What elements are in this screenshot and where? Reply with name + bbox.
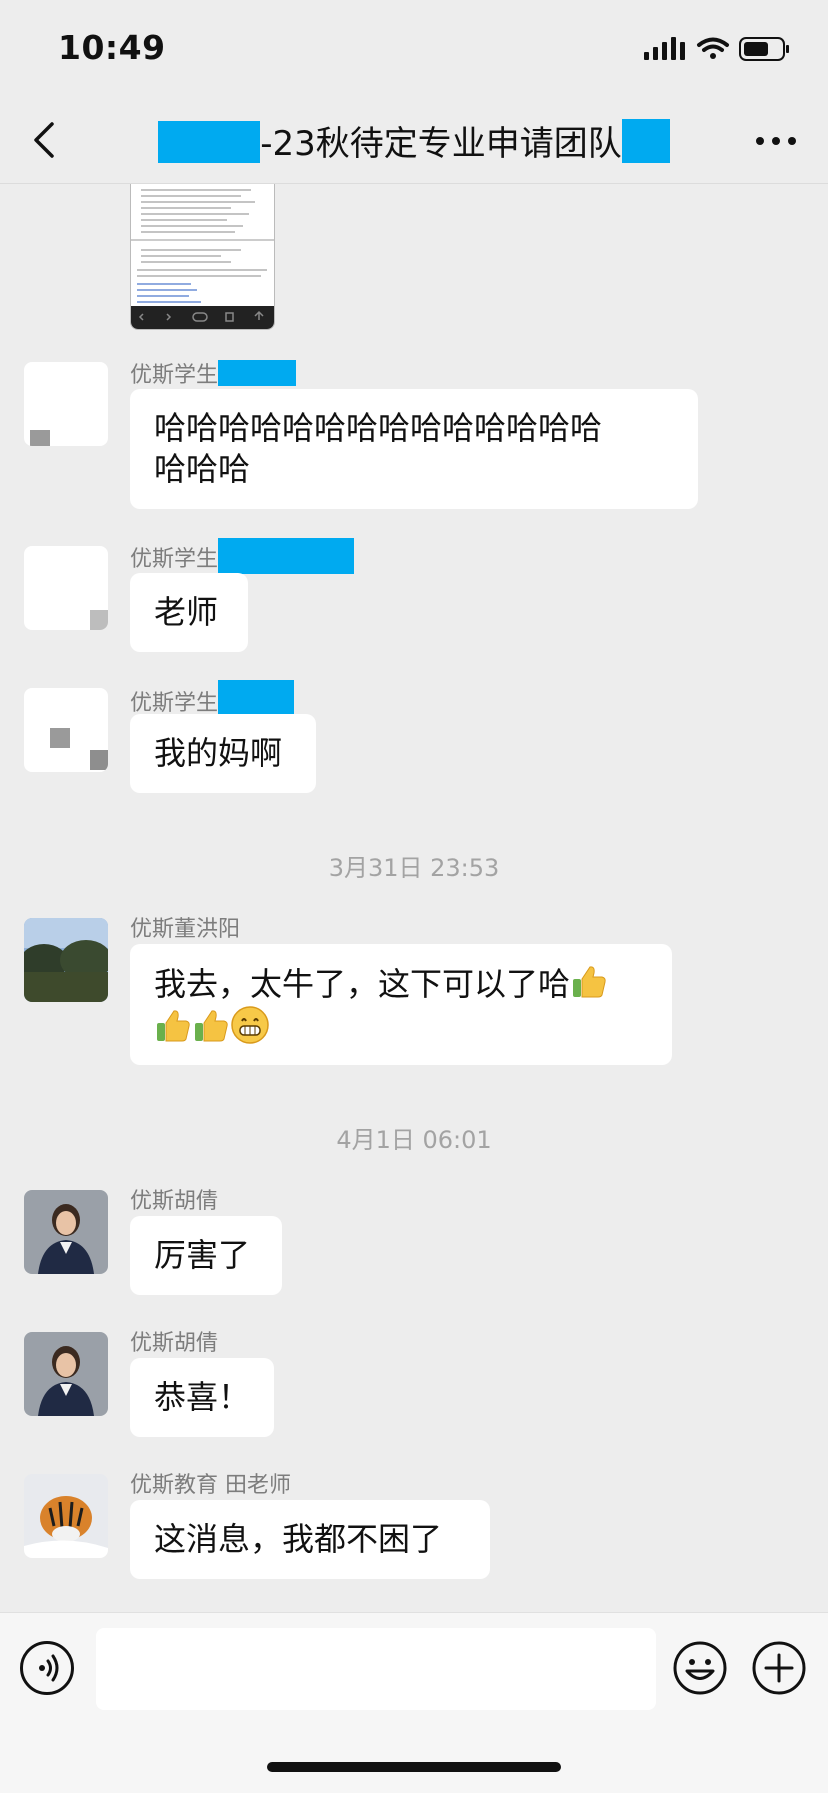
message-text: 哈哈哈哈哈哈哈哈哈哈哈哈哈哈	[154, 409, 603, 447]
chat-title-row: -23秋待定专业申请团队	[0, 116, 828, 165]
message-bubble[interactable]: 这消息，我都不困了	[130, 1500, 490, 1579]
chat-header: -23秋待定专业申请团队	[0, 96, 828, 184]
message-bubble[interactable]: 哈哈哈哈哈哈哈哈哈哈哈哈哈哈 哈哈哈	[130, 389, 698, 509]
avatar[interactable]	[24, 688, 108, 772]
message-text: 老师	[154, 593, 219, 631]
message-text: 这消息，我都不困了	[154, 1520, 443, 1558]
message-bubble[interactable]: 老师	[130, 573, 248, 652]
message-text: 我去，太牛了，这下可以了哈	[154, 965, 571, 1003]
header-divider	[0, 183, 828, 184]
portrait-photo	[24, 1190, 108, 1274]
signal-icon	[644, 37, 685, 60]
sender-name: 优斯胡倩	[130, 1189, 219, 1214]
message-text: 恭喜！	[154, 1378, 251, 1416]
message-bubble[interactable]: 我的妈啊	[130, 714, 316, 793]
sender-name: 优斯胡倩	[130, 1331, 219, 1356]
emoji-icon[interactable]	[672, 1640, 728, 1696]
plus-icon[interactable]	[751, 1640, 807, 1696]
grinning-face-icon	[231, 1006, 269, 1044]
document-thumbnail[interactable]	[130, 184, 275, 330]
home-indicator[interactable]	[267, 1762, 561, 1772]
chat-timestamp: 4月1日 06:01	[336, 1126, 492, 1154]
sender-name: 优斯教育 田老师	[130, 1473, 291, 1498]
redaction-mask	[621, 119, 670, 163]
avatar[interactable]	[24, 1190, 108, 1274]
message-input[interactable]	[96, 1628, 656, 1710]
avatar[interactable]	[24, 918, 108, 1002]
wifi-icon	[697, 37, 729, 59]
thumbs-up-icon	[195, 1010, 228, 1042]
message-text: 哈哈哈	[154, 450, 251, 488]
thumbs-up-icon	[157, 1010, 190, 1042]
redaction-mask	[218, 538, 355, 574]
sender-name: 优斯学生	[130, 538, 355, 574]
message-bubble[interactable]: 厉害了	[130, 1216, 282, 1295]
status-time: 10:49	[58, 28, 166, 67]
message-bubble[interactable]: 恭喜！	[130, 1358, 274, 1437]
message-text: 厉害了	[154, 1236, 251, 1274]
voice-icon[interactable]	[20, 1641, 74, 1695]
battery-icon	[739, 37, 789, 61]
chat-timestamp: 3月31日 23:53	[328, 854, 500, 882]
avatar[interactable]	[24, 1474, 108, 1558]
message-text: 我的妈啊	[154, 734, 283, 772]
avatar[interactable]	[24, 546, 108, 630]
chat-title: -23秋待定专业申请团队	[260, 124, 622, 164]
thumbs-up-icon	[573, 966, 606, 998]
redaction-mask	[158, 121, 261, 163]
avatar[interactable]	[24, 362, 108, 446]
status-icons	[644, 37, 789, 61]
sender-name: 优斯学生	[130, 357, 297, 389]
tiger-photo	[24, 1474, 108, 1558]
landscape-photo	[24, 918, 108, 1002]
message-bubble[interactable]: 我去，太牛了，这下可以了哈	[130, 944, 672, 1065]
redaction-mask	[218, 360, 297, 386]
sender-name: 优斯董洪阳	[130, 917, 241, 942]
portrait-photo	[24, 1332, 108, 1416]
more-dots-icon[interactable]	[752, 126, 800, 156]
document-preview-lines	[131, 184, 274, 329]
avatar[interactable]	[24, 1332, 108, 1416]
